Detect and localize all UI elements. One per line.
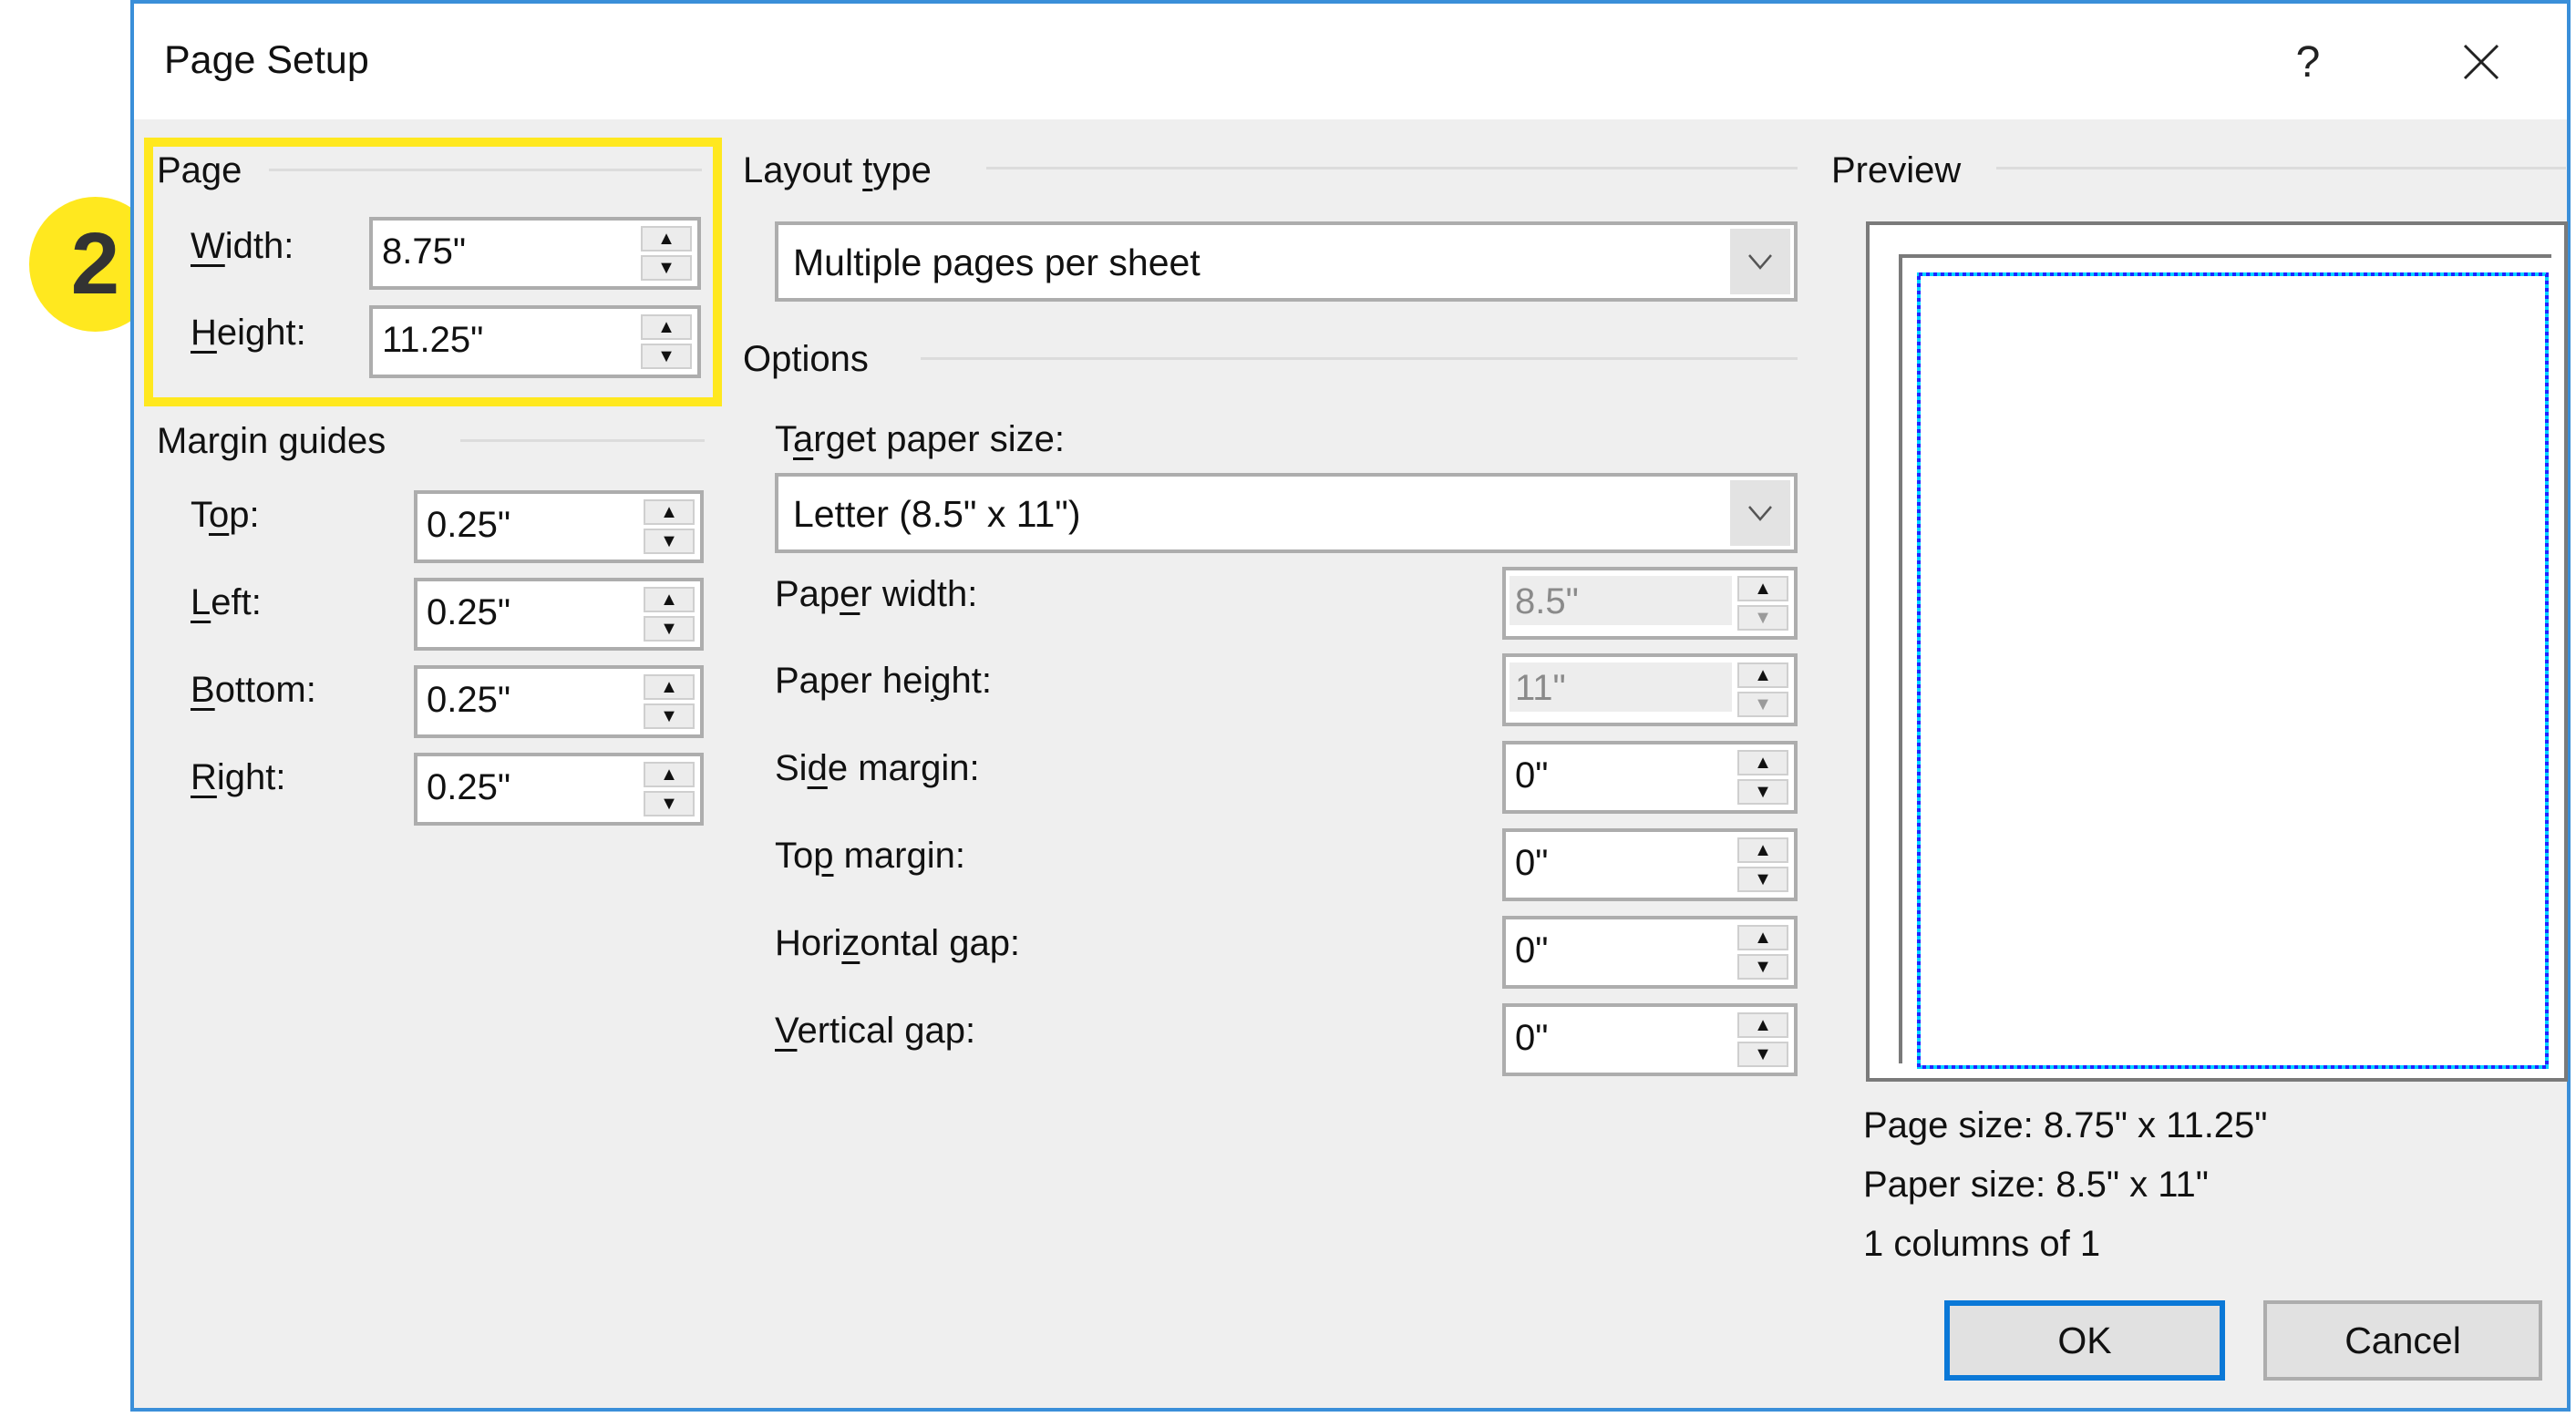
margin-bottom-label: Bottom: (191, 670, 316, 710)
layout-type-dropdown-button[interactable] (1730, 229, 1790, 294)
horizontal-gap-input[interactable] (1515, 930, 1730, 971)
margin-left-decrement-button[interactable]: ▼ (644, 616, 695, 642)
vertical-gap-decrement-button[interactable]: ▼ (1737, 1042, 1788, 1067)
options-group-label: Options (743, 339, 869, 379)
horizontal-gap-decrement-button[interactable]: ▼ (1737, 954, 1788, 980)
top-margin-decrement-button[interactable]: ▼ (1737, 867, 1788, 892)
target-paper-size-label: Target paper size: (775, 419, 1065, 459)
horizontal-gap-increment-button[interactable]: ▲ (1737, 925, 1788, 950)
margin-bottom-input[interactable] (427, 680, 636, 721)
paper-width-input (1515, 581, 1730, 622)
margin-bottom-spinner[interactable]: ▲▼ (414, 665, 704, 738)
margin-top-input[interactable] (427, 505, 636, 546)
margin-guides-divider (460, 439, 705, 442)
margin-bottom-decrement-button[interactable]: ▼ (644, 703, 695, 729)
margin-top-increment-button[interactable]: ▲ (644, 499, 695, 525)
margin-guides-group-label: Margin guides (157, 421, 386, 461)
margin-right-decrement-button[interactable]: ▼ (644, 791, 695, 816)
target-paper-size-value: Letter (8.5" x 11") (793, 493, 1081, 535)
highlight-box (144, 138, 722, 406)
paper-width-decrement-button: ▼ (1737, 605, 1788, 631)
vertical-gap-increment-button[interactable]: ▲ (1737, 1012, 1788, 1038)
page-size-info: Page size: 8.75" x 11.25" (1863, 1105, 2268, 1145)
top-margin-increment-button[interactable]: ▲ (1737, 837, 1788, 863)
margin-right-spinner[interactable]: ▲▼ (414, 753, 704, 826)
top-margin-input[interactable] (1515, 843, 1730, 884)
cancel-button[interactable]: Cancel (2263, 1300, 2542, 1381)
dialog-title: Page Setup (164, 38, 369, 82)
paper-width-spinner[interactable]: ▲▼ (1502, 567, 1798, 640)
paper-height-spinner[interactable]: ▲▼ (1502, 653, 1798, 726)
close-button[interactable] (2440, 26, 2522, 98)
side-margin-input[interactable] (1515, 755, 1730, 796)
horizontal-gap-spinner[interactable]: ▲▼ (1502, 916, 1798, 989)
close-icon (2463, 44, 2499, 80)
margin-left-increment-button[interactable]: ▲ (644, 587, 695, 612)
margin-bottom-increment-button[interactable]: ▲ (644, 674, 695, 700)
top-margin-spinner[interactable]: ▲▼ (1502, 828, 1798, 901)
margin-left-spinner[interactable]: ▲▼ (414, 578, 704, 651)
side-margin-spinner[interactable]: ▲▼ (1502, 741, 1798, 814)
paper-height-increment-button[interactable]: ▲ (1737, 662, 1788, 688)
margin-right-input[interactable] (427, 767, 636, 808)
layout-type-value: Multiple pages per sheet (793, 241, 1200, 283)
horizontal-gap-label: Horizontal gap: (775, 923, 1021, 963)
layout-type-group-label: Layout type (743, 150, 932, 190)
title-bar: Page Setup ? (134, 4, 2567, 119)
vertical-gap-input[interactable] (1515, 1018, 1730, 1059)
preview-canvas (1866, 221, 2571, 1087)
paper-size-info: Paper size: 8.5" x 11" (1863, 1165, 2209, 1205)
target-paper-size-dropdown-button[interactable] (1730, 480, 1790, 546)
preview-divider (1996, 167, 2566, 169)
paper-width-label: Paper width: (775, 574, 978, 614)
vertical-gap-label: Vertical gap: (775, 1011, 976, 1051)
margin-right-label: Right: (191, 757, 286, 797)
paper-height-label: Paper height: (775, 661, 992, 701)
paper-height-decrement-button: ▼ (1737, 692, 1788, 717)
layout-type-divider (986, 167, 1798, 169)
margin-right-increment-button[interactable]: ▲ (644, 762, 695, 787)
top-margin-label: Top margin: (775, 836, 965, 876)
side-margin-increment-button[interactable]: ▲ (1737, 750, 1788, 775)
ok-button[interactable]: OK (1944, 1300, 2225, 1381)
paper-width-increment-button[interactable]: ▲ (1737, 576, 1788, 601)
vertical-gap-spinner[interactable]: ▲▼ (1502, 1003, 1798, 1076)
margin-top-label: Top: (191, 495, 260, 535)
preview-group-label: Preview (1831, 150, 1962, 190)
preview-graphic (1866, 221, 2568, 1082)
paper-height-input (1515, 668, 1730, 709)
margin-left-input[interactable] (427, 592, 636, 633)
layout-type-dropdown[interactable]: Multiple pages per sheet (775, 221, 1798, 302)
options-divider (921, 357, 1798, 360)
preview-page-outline (1917, 272, 2549, 1069)
margin-top-decrement-button[interactable]: ▼ (644, 529, 695, 554)
margin-left-label: Left: (191, 582, 262, 622)
target-paper-size-dropdown[interactable]: Letter (8.5" x 11") (775, 473, 1798, 553)
side-margin-decrement-button[interactable]: ▼ (1737, 779, 1788, 805)
columns-info: 1 columns of 1 (1863, 1224, 2101, 1264)
margin-top-spinner[interactable]: ▲▼ (414, 490, 704, 563)
side-margin-label: Side margin: (775, 748, 980, 788)
chevron-down-icon (1748, 254, 1772, 270)
help-button[interactable]: ? (2267, 26, 2349, 98)
chevron-down-icon (1748, 506, 1772, 521)
